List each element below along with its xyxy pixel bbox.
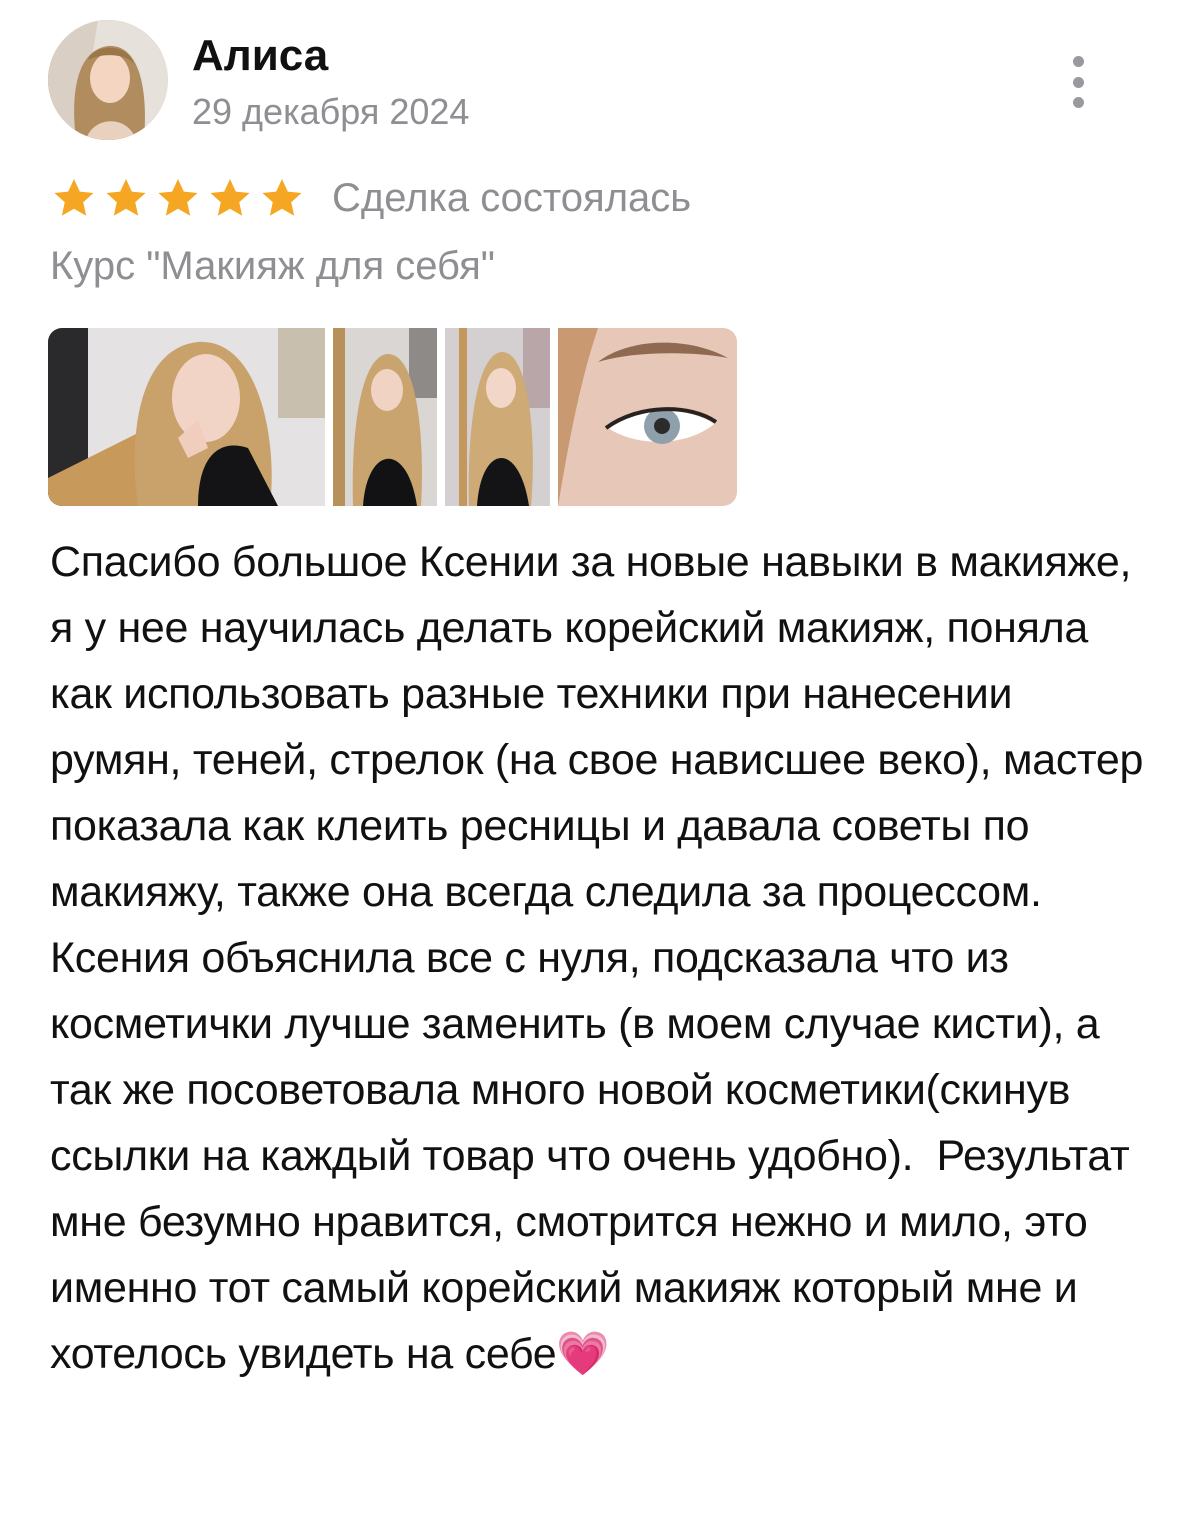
review-date: 29 декабря 2024: [192, 91, 470, 132]
avatar[interactable]: [48, 20, 168, 140]
more-options-button[interactable]: [1058, 56, 1098, 108]
author-name: Алиса: [192, 31, 329, 80]
star-icon: [210, 179, 250, 216]
star-rating: [50, 174, 306, 222]
course-name: Курс "Макияж для себя": [50, 244, 495, 288]
star-icon: [54, 179, 94, 216]
review-card: Алиса 29 декабря 2024 Сделка состоялась …: [0, 0, 1179, 1537]
deal-status: Сделка состоялась: [332, 176, 692, 220]
photo-gallery: [48, 328, 737, 506]
star-icon: [106, 179, 146, 216]
more-vertical-icon: [1072, 56, 1084, 67]
review-photo-1[interactable]: [48, 328, 325, 506]
review-photo-2[interactable]: [333, 328, 437, 506]
star-icon: [262, 179, 302, 216]
review-photo-4[interactable]: [558, 328, 737, 506]
star-icon: [158, 179, 198, 216]
review-photo-3[interactable]: [445, 328, 550, 506]
rating-row: Сделка состоялась: [50, 172, 691, 224]
review-text: Спасибо большое Ксении за новые навыки в…: [50, 538, 1155, 1378]
